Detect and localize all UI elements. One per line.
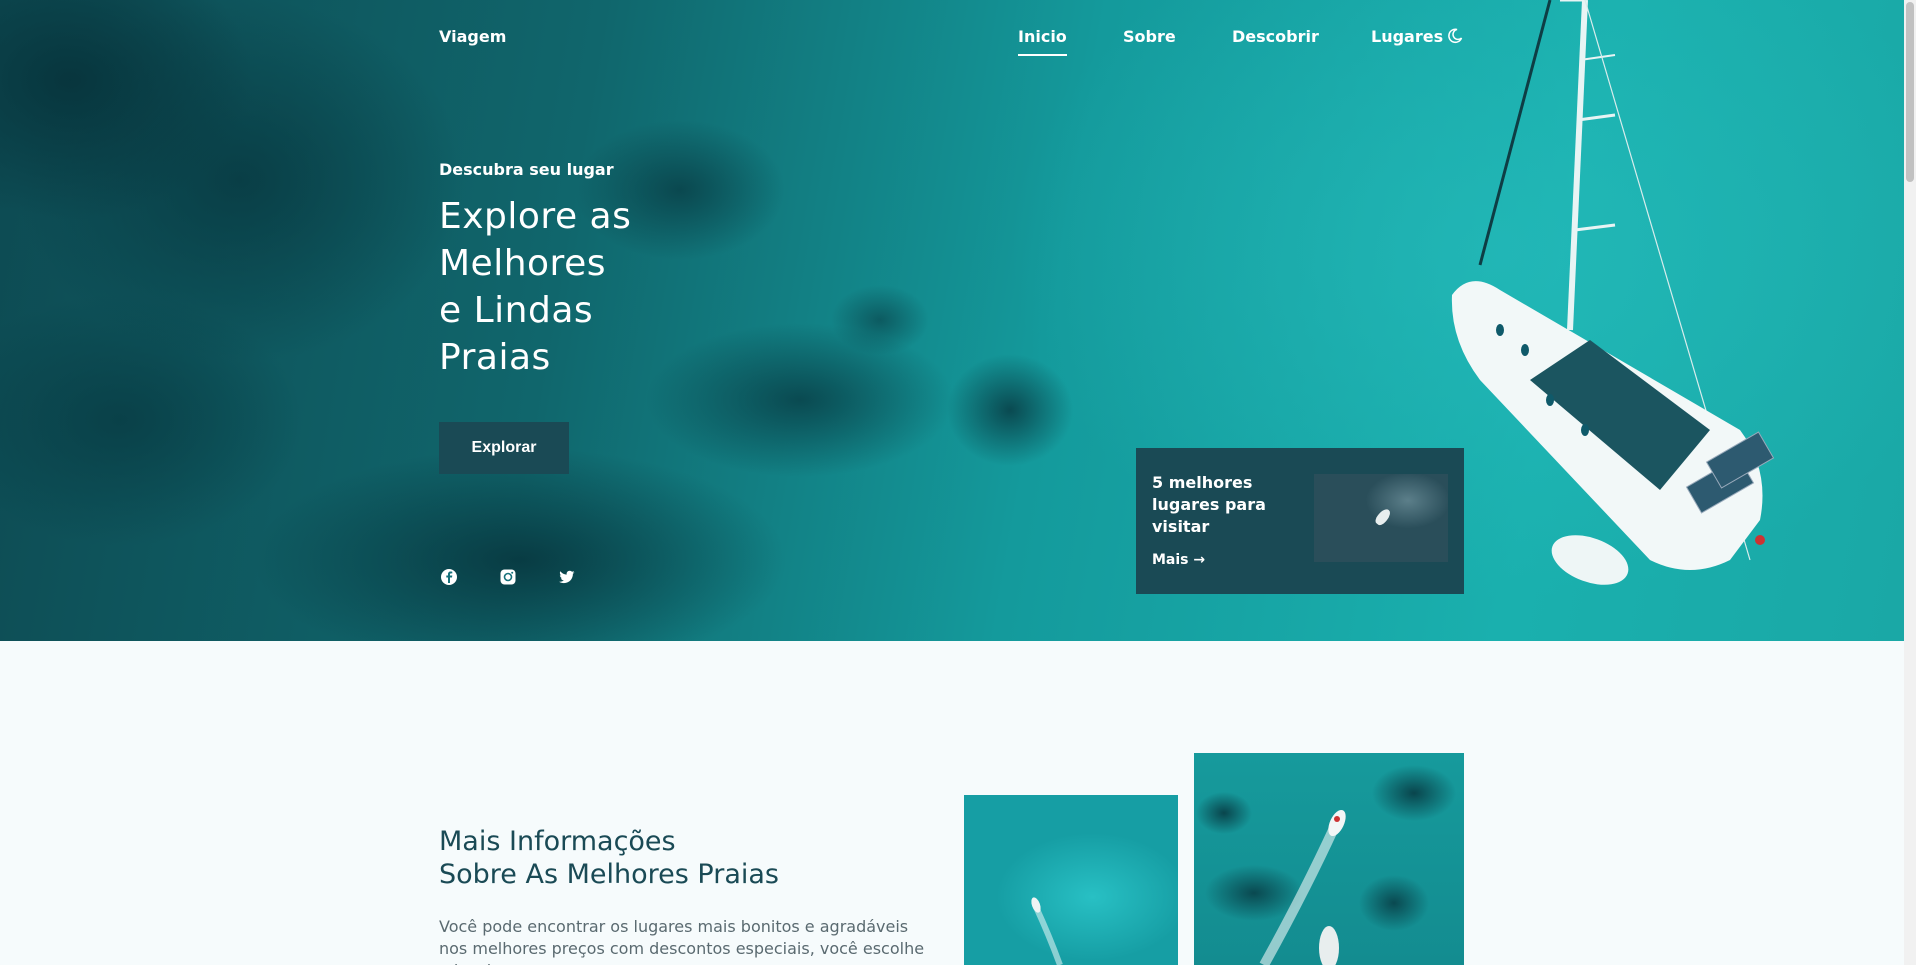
instagram-icon[interactable]: [499, 568, 517, 586]
sailboat-image: [1451, 0, 1775, 585]
hero-title-line: e Lindas: [439, 290, 594, 331]
nav-item-descobrir[interactable]: Descobrir: [1232, 27, 1319, 46]
scrollbar-thumb[interactable]: [1906, 2, 1914, 182]
about-title-line: Mais Informações: [439, 826, 676, 857]
about-image-boats: [1194, 753, 1464, 965]
scrollbar[interactable]: [1904, 0, 1916, 965]
boats-wake-graphic: [1259, 809, 1346, 965]
top-navbar: Viagem Inicio Sobre Descobrir Lugares: [0, 0, 1904, 75]
card-more-label: Mais: [1152, 552, 1189, 568]
about-title-line: Sobre As Melhores Praias: [439, 859, 779, 890]
hero-title-line: Melhores: [439, 243, 606, 284]
hero-title-line: Explore as: [439, 196, 632, 237]
facebook-icon[interactable]: [440, 568, 458, 586]
hero-subtitle: Descubra seu lugar: [439, 160, 614, 179]
logo[interactable]: Viagem: [439, 27, 506, 46]
hero-section: Viagem Inicio Sobre Descobrir Lugares De…: [0, 0, 1904, 641]
about-image-boat: [964, 795, 1178, 965]
card-image: [1314, 474, 1448, 562]
arrow-right-icon: →: [1193, 552, 1206, 568]
about-text: Você pode encontrar os lugares mais boni…: [439, 917, 925, 965]
moon-icon[interactable]: [1447, 28, 1463, 44]
featured-card[interactable]: 5 melhores lugares para visitar Mais →: [1136, 448, 1464, 594]
nav-item-sobre[interactable]: Sobre: [1123, 27, 1176, 46]
nav-item-inicio[interactable]: Inicio: [1018, 27, 1067, 56]
card-title: 5 melhores lugares para visitar: [1152, 473, 1266, 536]
explore-button[interactable]: Explorar: [439, 422, 569, 474]
twitter-icon[interactable]: [558, 568, 576, 586]
hero-title-line: Praias: [439, 337, 551, 378]
card-more-link[interactable]: Mais →: [1152, 552, 1205, 568]
boat-shape: [1373, 506, 1393, 528]
nav-item-lugares[interactable]: Lugares: [1371, 27, 1443, 46]
boat-wake-graphic: [1031, 897, 1063, 965]
